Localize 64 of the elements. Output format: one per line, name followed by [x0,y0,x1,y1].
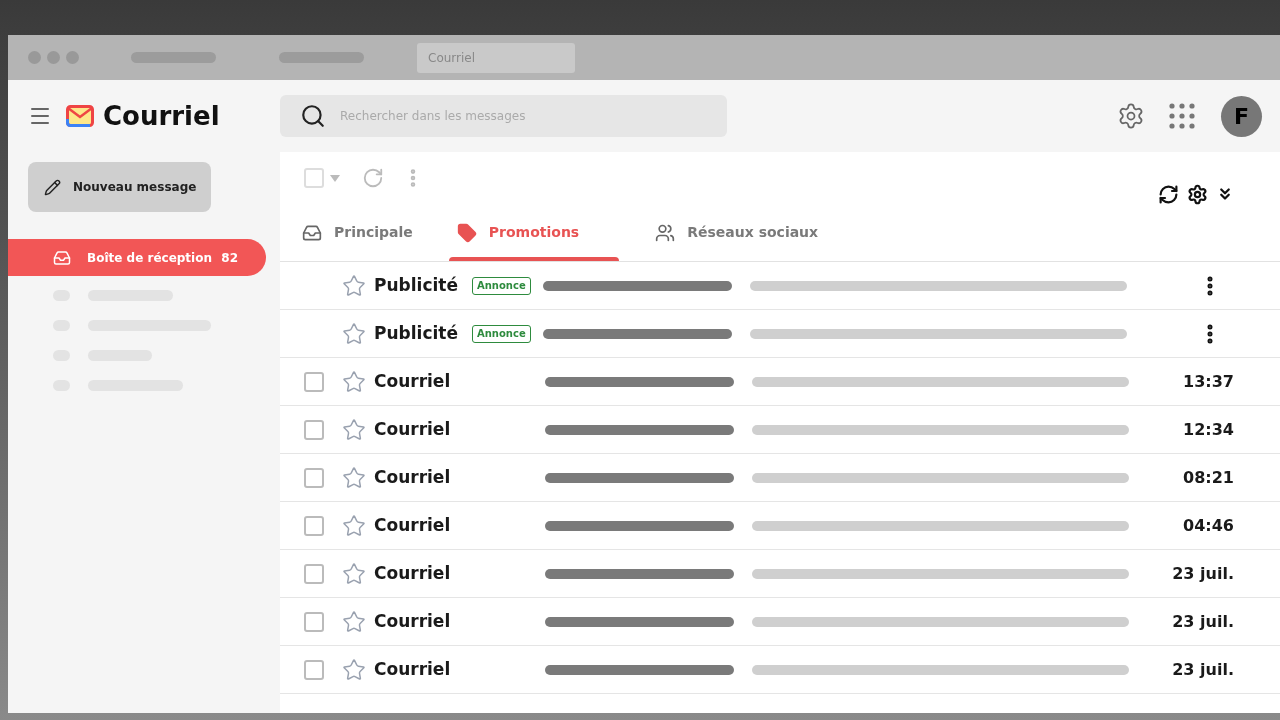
message-time: 04:46 [1183,514,1234,537]
message-row[interactable]: Courriel 12:34 [280,406,1280,454]
star-icon[interactable] [342,273,366,298]
settings-icon[interactable] [1187,183,1208,205]
sidebar-label: Boîte de réception [87,249,212,267]
category-tab[interactable]: Réseaux sociaux [655,204,819,261]
sender: Courriel [374,465,452,489]
sender: Courriel [374,513,452,537]
sender: Courriel [374,417,452,441]
category-tab[interactable]: Principale [302,204,413,261]
sender: Courriel [374,561,452,585]
search-field[interactable]: Rechercher dans les messages [280,95,727,137]
star-icon[interactable] [342,369,366,394]
message-time: 12:34 [1183,418,1234,441]
message-time: 23 juil. [1172,658,1234,681]
row-checkbox[interactable] [304,563,324,584]
sender: Courriel [374,657,452,681]
row-checkbox[interactable] [304,371,324,392]
sender: Courriel [374,369,452,393]
sender: Publicité [374,273,459,297]
sync-icon[interactable] [1158,183,1179,205]
avatar[interactable]: F [1221,95,1262,137]
ad-row[interactable]: Publicité Annonce [280,310,1280,358]
star-icon[interactable] [342,321,366,346]
message-time: 23 juil. [1172,562,1234,585]
star-icon[interactable] [342,417,366,442]
message-row[interactable]: Courriel 08:21 [280,454,1280,502]
app-title: Courriel [103,99,220,133]
sender: Publicité [374,321,459,345]
apps-grid-icon[interactable] [1169,103,1195,129]
message-row[interactable]: Courriel 23 juil. [280,550,1280,598]
inbox-icon [53,248,71,267]
ad-badge: Annonce [472,276,531,295]
star-icon[interactable] [342,657,366,682]
row-checkbox[interactable] [304,659,324,680]
refresh-icon[interactable] [362,167,384,189]
message-row[interactable]: Courriel 04:46 [280,502,1280,550]
ad-badge: Annonce [472,324,531,343]
caret-icon[interactable] [330,174,340,182]
compose-button[interactable]: Nouveau message [28,162,211,212]
envelope-logo-icon [66,105,94,127]
star-icon[interactable] [342,561,366,586]
message-row[interactable]: Courriel 23 juil. [280,646,1280,694]
star-icon[interactable] [342,465,366,490]
star-icon[interactable] [342,513,366,538]
search-icon [300,103,326,129]
row-checkbox[interactable] [304,515,324,536]
row-checkbox[interactable] [304,419,324,440]
category-tab[interactable]: Promotions [448,204,620,261]
message-time: 23 juil. [1172,610,1234,633]
message-row[interactable]: Courriel 23 juil. [280,598,1280,646]
select-all-checkbox[interactable] [304,168,324,188]
unread-count: 82 [221,249,238,267]
row-checkbox[interactable] [304,467,324,488]
ad-row[interactable]: Publicité Annonce [280,262,1280,310]
message-time: 13:37 [1183,370,1234,393]
pencil-icon [44,178,61,196]
sender: Courriel [374,609,452,633]
message-row[interactable]: Courriel 13:37 [280,358,1280,406]
message-time: 08:21 [1183,466,1234,489]
star-icon[interactable] [342,609,366,634]
row-checkbox[interactable] [304,611,324,632]
tag-icon [456,222,477,243]
people-icon [655,222,676,243]
